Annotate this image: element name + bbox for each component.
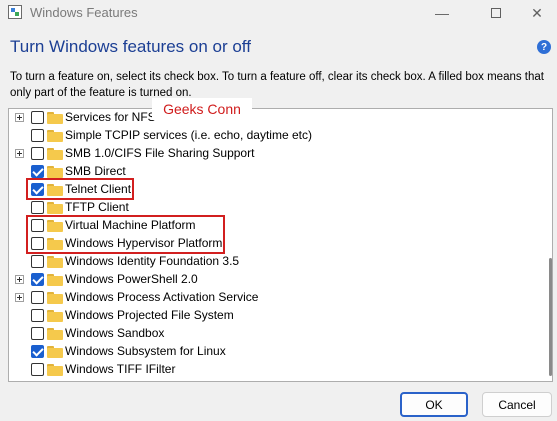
feature-label: Services for NFS (65, 110, 156, 124)
feature-row[interactable]: Windows Sandbox (9, 325, 529, 343)
feature-checkbox[interactable] (31, 255, 44, 268)
feature-checkbox[interactable] (31, 309, 44, 322)
minimize-button[interactable]: — (420, 0, 464, 26)
folder-icon (47, 328, 63, 340)
feature-checkbox[interactable] (31, 273, 44, 286)
feature-checkbox[interactable] (31, 291, 44, 304)
feature-label: SMB Direct (65, 164, 126, 178)
feature-row[interactable]: Services for NFS (9, 109, 529, 127)
feature-checkbox[interactable] (31, 201, 44, 214)
maximize-button[interactable] (474, 0, 518, 26)
feature-label: Windows Sandbox (65, 326, 165, 340)
feature-label: Windows Subsystem for Linux (65, 344, 226, 358)
watermark-text: Geeks Conn (152, 98, 252, 120)
feature-row[interactable]: Windows PowerShell 2.0 (9, 271, 529, 289)
folder-icon (47, 112, 63, 124)
feature-checkbox[interactable] (31, 345, 44, 358)
feature-checkbox[interactable] (31, 165, 44, 178)
help-icon[interactable]: ? (537, 40, 551, 54)
feature-row[interactable]: SMB 1.0/CIFS File Sharing Support (9, 145, 529, 163)
feature-label: Windows PowerShell 2.0 (65, 272, 198, 286)
folder-icon (47, 274, 63, 286)
feature-checkbox[interactable] (31, 327, 44, 340)
folder-icon (47, 130, 63, 142)
feature-label: SMB 1.0/CIFS File Sharing Support (65, 146, 255, 160)
expand-plus-icon[interactable] (15, 149, 24, 158)
minimize-icon: — (435, 5, 449, 21)
folder-icon (47, 166, 63, 178)
vertical-scrollbar[interactable] (547, 108, 553, 382)
folder-icon (47, 202, 63, 214)
feature-label: Windows Process Activation Service (65, 290, 259, 304)
windows-features-icon (8, 5, 22, 19)
feature-row[interactable]: Windows Projected File System (9, 307, 529, 325)
feature-row[interactable]: Windows Identity Foundation 3.5 (9, 253, 529, 271)
folder-icon (47, 292, 63, 304)
feature-label: Windows Identity Foundation 3.5 (65, 254, 240, 268)
folder-icon (47, 256, 63, 268)
close-button[interactable]: ✕ (515, 0, 557, 26)
ok-button[interactable]: OK (400, 392, 468, 417)
feature-checkbox[interactable] (31, 111, 44, 124)
instructions-text: To turn a feature on, select its check b… (10, 71, 544, 99)
expand-plus-icon[interactable] (15, 293, 24, 302)
folder-icon (47, 310, 63, 322)
expand-plus-icon[interactable] (15, 275, 24, 284)
feature-checkbox[interactable] (31, 129, 44, 142)
page-title: Turn Windows features on or off (10, 37, 251, 56)
highlight-box-telnet (26, 178, 134, 200)
title-bar: Windows Features — ✕ (0, 0, 557, 26)
feature-label: Windows Projected File System (65, 308, 234, 322)
close-icon: ✕ (531, 4, 543, 21)
cancel-button[interactable]: Cancel (482, 392, 552, 417)
highlight-box-virtualization (26, 215, 225, 254)
folder-icon (47, 346, 63, 358)
folder-icon (47, 364, 63, 376)
feature-checkbox[interactable] (31, 363, 44, 376)
folder-icon (47, 148, 63, 160)
feature-checkbox[interactable] (31, 147, 44, 160)
feature-label: Windows TIFF IFilter (65, 362, 176, 376)
feature-row[interactable]: Windows Process Activation Service (9, 289, 529, 307)
expand-plus-icon[interactable] (15, 113, 24, 122)
feature-row[interactable]: Simple TCPIP services (i.e. echo, daytim… (9, 127, 529, 145)
window-title: Windows Features (30, 5, 138, 20)
feature-label: TFTP Client (65, 200, 129, 214)
maximize-icon (491, 8, 501, 18)
feature-row[interactable]: Windows TIFF IFilter (9, 361, 529, 379)
feature-row[interactable]: Windows Subsystem for Linux (9, 343, 529, 361)
feature-label: Simple TCPIP services (i.e. echo, daytim… (65, 128, 312, 142)
scrollbar-thumb[interactable] (549, 258, 552, 376)
